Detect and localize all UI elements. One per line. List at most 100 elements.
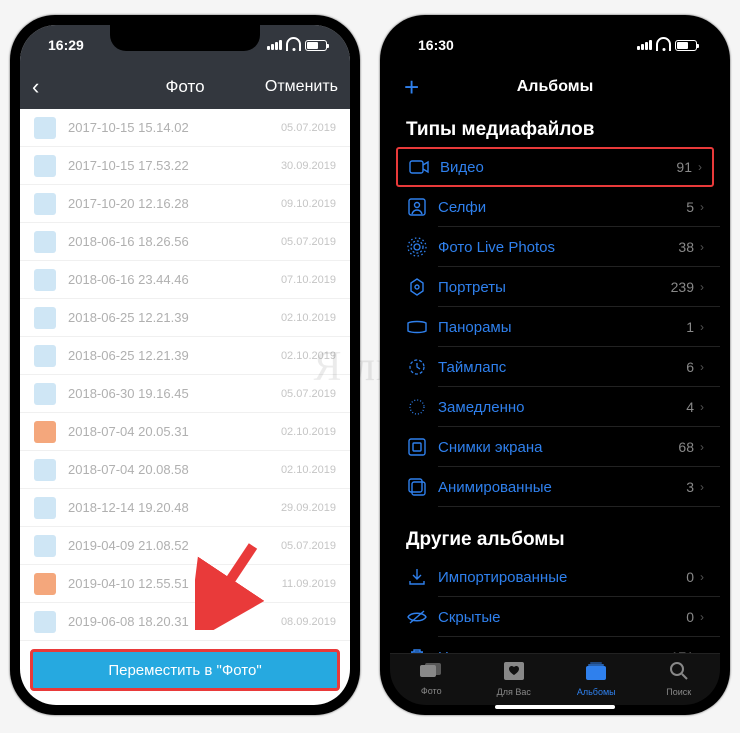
file-date: 02.10.2019 — [281, 350, 336, 362]
album-count: 38 — [678, 239, 694, 255]
album-count: 239 — [671, 279, 694, 295]
search-icon — [670, 662, 688, 685]
status-time: 16:30 — [408, 37, 454, 53]
album-row-hidden[interactable]: Скрытые 0 › — [390, 597, 720, 637]
album-count: 68 — [678, 439, 694, 455]
list-item[interactable]: 2018-07-04 20.05.31 02.10.2019 — [20, 413, 350, 451]
file-name: 2018-07-04 20.05.31 — [68, 424, 281, 439]
album-row-slomo[interactable]: Замедленно 4 › — [390, 387, 720, 427]
file-thumb — [34, 573, 56, 595]
battery-icon — [675, 40, 697, 51]
nav-bar: ‹ Фото Отменить — [20, 65, 350, 109]
tab-label: Для Вас — [497, 687, 531, 697]
album-count: 6 — [686, 359, 694, 375]
album-count: 4 — [686, 399, 694, 415]
tab-bar: Фото Для Вас Альбомы Поиск — [390, 653, 720, 705]
album-row-import[interactable]: Импортированные 0 › — [390, 557, 720, 597]
file-date: 29.09.2019 — [281, 502, 336, 514]
tab-label: Фото — [421, 686, 442, 696]
file-date: 05.07.2019 — [281, 388, 336, 400]
status-icons — [267, 39, 332, 51]
list-item[interactable]: 2019-04-09 21.08.52 05.07.2019 — [20, 527, 350, 565]
phone-left: 16:29 ‹ Фото Отменить 2017-10-15 15.14.0… — [10, 15, 360, 715]
file-date: 11.09.2019 — [282, 578, 336, 590]
album-row-timelapse[interactable]: Таймлапс 6 › — [390, 347, 720, 387]
battery-icon — [305, 40, 327, 51]
album-row-video[interactable]: Видео 91 › — [396, 147, 714, 187]
tab-foryou[interactable]: Для Вас — [473, 654, 556, 705]
file-thumb — [34, 193, 56, 215]
file-name: 2017-10-15 15.14.02 — [68, 120, 281, 135]
back-button[interactable]: ‹ — [32, 74, 39, 100]
cancel-button[interactable]: Отменить — [265, 78, 338, 96]
list-item[interactable]: 2018-12-14 19.20.48 29.09.2019 — [20, 489, 350, 527]
chevron-right-icon: › — [700, 440, 704, 454]
list-item[interactable]: 2019-06-08 18.22.40 08.06.2019 — [20, 641, 350, 645]
move-to-photos-button[interactable]: Переместить в "Фото" — [30, 649, 340, 691]
trash-icon — [406, 648, 428, 653]
file-thumb — [34, 155, 56, 177]
album-label: Недавно удаленные — [438, 649, 671, 654]
tab-search[interactable]: Поиск — [638, 654, 721, 705]
status-time: 16:29 — [38, 37, 84, 53]
file-name: 2018-06-16 23.44.46 — [68, 272, 281, 287]
album-label: Анимированные — [438, 479, 686, 496]
album-label: Снимки экрана — [438, 439, 678, 456]
album-count: 3 — [686, 479, 694, 495]
list-item[interactable]: 2018-06-30 19.16.45 05.07.2019 — [20, 375, 350, 413]
chevron-right-icon: › — [700, 400, 704, 414]
foryou-icon — [504, 662, 524, 685]
album-label: Замедленно — [438, 399, 686, 416]
file-date: 02.10.2019 — [281, 312, 336, 324]
album-label: Селфи — [438, 199, 686, 216]
chevron-right-icon: › — [700, 280, 704, 294]
photos-icon — [420, 663, 442, 684]
album-count: 91 — [676, 159, 692, 175]
album-row-animated[interactable]: Анимированные 3 › — [390, 467, 720, 507]
pano-icon — [406, 320, 428, 334]
chevron-right-icon: › — [700, 240, 704, 254]
file-name: 2019-06-08 18.20.31 — [68, 614, 281, 629]
album-row-trash[interactable]: Недавно удаленные 171 › — [390, 637, 720, 653]
list-item[interactable]: 2019-06-08 18.20.31 08.09.2019 — [20, 603, 350, 641]
file-date: 07.10.2019 — [281, 274, 336, 286]
animated-icon — [406, 478, 428, 496]
album-row-live[interactable]: Фото Live Photos 38 › — [390, 227, 720, 267]
list-item[interactable]: 2017-10-20 12.16.28 09.10.2019 — [20, 185, 350, 223]
import-icon — [406, 568, 428, 586]
file-name: 2018-06-30 19.16.45 — [68, 386, 281, 401]
list-item[interactable]: 2018-06-16 18.26.56 05.07.2019 — [20, 223, 350, 261]
phone-right: 16:30 + Альбомы Типы медиафайлов Видео 9… — [380, 15, 730, 715]
album-row-pano[interactable]: Панорамы 1 › — [390, 307, 720, 347]
list-item[interactable]: 2018-06-16 23.44.46 07.10.2019 — [20, 261, 350, 299]
file-list[interactable]: 2017-10-15 15.14.02 05.07.2019 2017-10-1… — [20, 109, 350, 645]
album-row-portrait[interactable]: Портреты 239 › — [390, 267, 720, 307]
list-item[interactable]: 2018-06-25 12.21.39 02.10.2019 — [20, 337, 350, 375]
chevron-right-icon: › — [700, 650, 704, 653]
nav-title: Фото — [165, 77, 204, 97]
list-item[interactable]: 2019-04-10 12.55.51 11.09.2019 — [20, 565, 350, 603]
wifi-icon — [286, 39, 301, 51]
home-indicator — [495, 705, 615, 709]
list-item[interactable]: 2018-06-25 12.21.39 02.10.2019 — [20, 299, 350, 337]
file-thumb — [34, 269, 56, 291]
selfie-icon — [406, 198, 428, 216]
file-name: 2017-10-15 17.53.22 — [68, 158, 281, 173]
album-row-screenshot[interactable]: Снимки экрана 68 › — [390, 427, 720, 467]
file-date: 02.10.2019 — [281, 464, 336, 476]
chevron-right-icon: › — [700, 610, 704, 624]
album-row-selfie[interactable]: Селфи 5 › — [390, 187, 720, 227]
file-name: 2018-12-14 19.20.48 — [68, 500, 281, 515]
tab-photos[interactable]: Фото — [390, 654, 473, 705]
hidden-icon — [406, 610, 428, 624]
list-item[interactable]: 2018-07-04 20.08.58 02.10.2019 — [20, 451, 350, 489]
tab-albums[interactable]: Альбомы — [555, 654, 638, 705]
file-date: 08.09.2019 — [281, 616, 336, 628]
tab-label: Альбомы — [577, 687, 616, 697]
file-thumb — [34, 117, 56, 139]
album-label: Таймлапс — [438, 359, 686, 376]
chevron-right-icon: › — [700, 200, 704, 214]
list-item[interactable]: 2017-10-15 15.14.02 05.07.2019 — [20, 109, 350, 147]
list-item[interactable]: 2017-10-15 17.53.22 30.09.2019 — [20, 147, 350, 185]
add-button[interactable]: + — [404, 72, 419, 103]
